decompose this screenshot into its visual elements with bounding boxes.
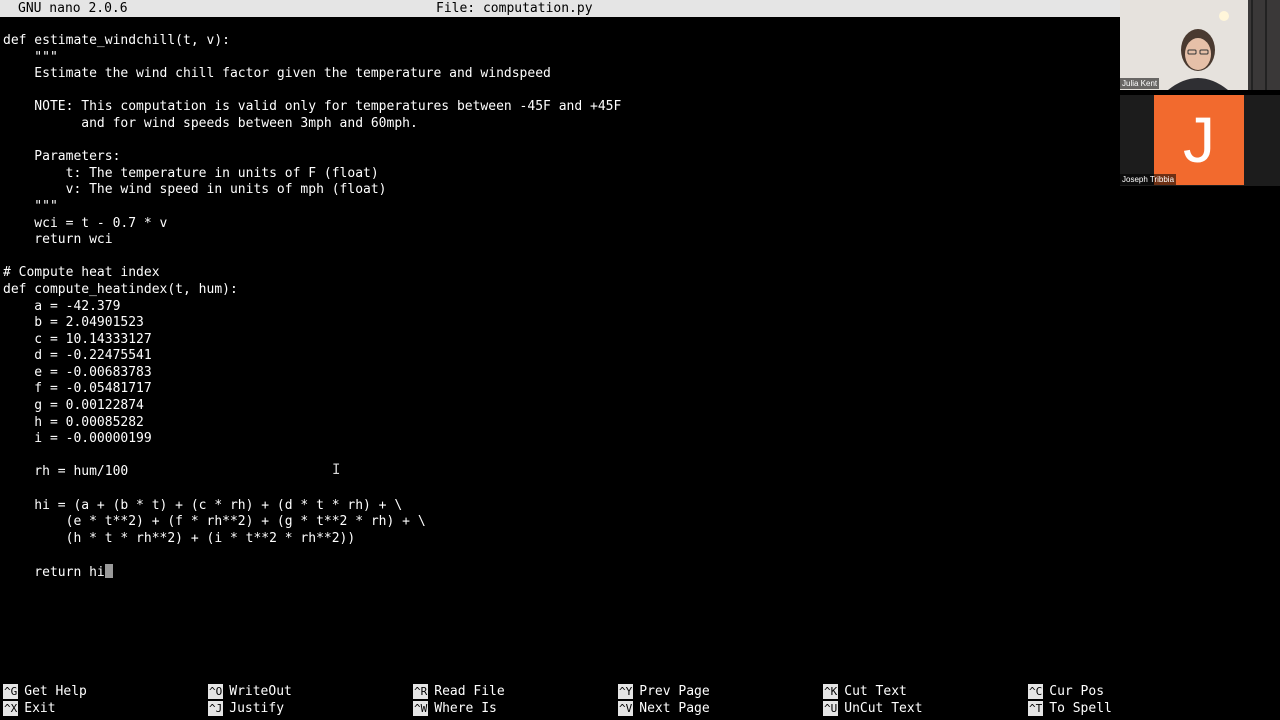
code-line: def estimate_windchill(t, v): bbox=[3, 33, 230, 48]
video-call-panel: Julia Kent J Joseph Tribbia bbox=[1120, 0, 1280, 720]
code-line: return hi bbox=[3, 564, 1113, 581]
nano-title-bar: GNU nano 2.0.6 File: computation.py bbox=[0, 0, 1120, 17]
shortcut-prev-page: ^Y Prev Page bbox=[618, 683, 710, 700]
shortcut-justify: ^J Justify bbox=[208, 700, 284, 717]
code-line: hi = (a + (b * t) + (c * rh) + (d * t * … bbox=[3, 497, 403, 513]
shortcut-label: WriteOut bbox=[229, 684, 292, 699]
code-line: f = -0.05481717 bbox=[3, 381, 152, 397]
code-line: NOTE: This computation is valid only for… bbox=[3, 99, 622, 115]
participant-name: Joseph Tribbia bbox=[1120, 174, 1177, 185]
shortcut-cur-pos: ^C Cur Pos bbox=[1028, 683, 1104, 700]
code-line: d = -0.22475541 bbox=[3, 348, 152, 364]
shortcut-key: ^T bbox=[1028, 701, 1044, 716]
shortcut-key: ^K bbox=[823, 684, 839, 699]
shortcut-label: To Spell bbox=[1049, 701, 1112, 716]
shortcut-label: Get Help bbox=[24, 684, 87, 699]
shortcut-label: Prev Page bbox=[639, 684, 710, 699]
shortcut-next-page: ^V Next Page bbox=[618, 700, 710, 717]
code-line: (h * t * rh**2) + (i * t**2 * rh**2)) bbox=[3, 530, 356, 546]
code-line: a = -42.379 bbox=[3, 298, 121, 314]
shortcut-exit: ^X Exit bbox=[3, 700, 56, 717]
code-line: g = 0.00122874 bbox=[3, 398, 144, 414]
code-line: t: The temperature in units of F (float) bbox=[3, 165, 379, 181]
shortcut-label: Where Is bbox=[434, 701, 497, 716]
nano-version: GNU nano 2.0.6 bbox=[18, 1, 128, 16]
shortcut-label: Cur Pos bbox=[1049, 684, 1105, 699]
shortcut-writeout: ^O WriteOut bbox=[208, 683, 292, 700]
code-line: and for wind speeds between 3mph and 60m… bbox=[3, 115, 418, 131]
code-line: v: The wind speed in units of mph (float… bbox=[3, 182, 387, 198]
code-line: b = 2.04901523 bbox=[3, 315, 144, 331]
shortcut-key: ^Y bbox=[618, 684, 634, 699]
code-line: c = 10.14333127 bbox=[3, 331, 152, 347]
shortcut-label: Cut Text bbox=[844, 684, 907, 699]
shortcut-cut-text: ^K Cut Text bbox=[823, 683, 907, 700]
code-line: wci = t - 0.7 * v bbox=[3, 215, 168, 231]
code-line: e = -0.00683783 bbox=[3, 364, 152, 380]
cursor-block bbox=[104, 564, 113, 578]
participant-name: Julia Kent bbox=[1120, 78, 1160, 89]
shortcut-key: ^R bbox=[413, 684, 429, 699]
shortcut-key: ^W bbox=[413, 701, 429, 716]
shortcut-key: ^V bbox=[618, 701, 634, 716]
code-line: """ bbox=[3, 198, 58, 214]
shortcut-read-file: ^R Read File bbox=[413, 683, 505, 700]
code-line: def compute_heatindex(t, hum): bbox=[3, 281, 238, 297]
webcam-image bbox=[1120, 0, 1280, 90]
code-line: Estimate the wind chill factor given the… bbox=[3, 66, 551, 82]
shortcut-where-is: ^W Where Is bbox=[413, 700, 497, 717]
shortcut-key: ^U bbox=[823, 701, 839, 716]
shortcut-get-help: ^G Get Help bbox=[3, 683, 87, 700]
participant-tile-joseph[interactable]: J Joseph Tribbia bbox=[1120, 95, 1280, 186]
code-line: i = -0.00000199 bbox=[3, 431, 152, 447]
terminal-window[interactable]: GNU nano 2.0.6 File: computation.py def … bbox=[0, 0, 1120, 720]
shortcut-key: ^X bbox=[3, 701, 19, 716]
shortcut-label: UnCut Text bbox=[844, 701, 923, 716]
shortcut-key: ^J bbox=[208, 701, 224, 716]
shortcut-to-spell: ^T To Spell bbox=[1028, 700, 1112, 717]
code-line: return wci bbox=[3, 232, 113, 248]
code-line: """ bbox=[3, 49, 58, 65]
code-line: h = 0.00085282 bbox=[3, 414, 144, 430]
shortcut-label: Exit bbox=[24, 701, 56, 716]
text-cursor-icon: I bbox=[332, 462, 341, 478]
code-line: # Compute heat index bbox=[3, 265, 160, 281]
participant-tile-julia[interactable]: Julia Kent bbox=[1120, 0, 1280, 90]
avatar: J bbox=[1154, 95, 1244, 185]
shortcut-bar: ^G Get Help ^O WriteOut ^R Read File ^Y Prev Pa… bbox=[0, 683, 1120, 717]
code-line: Parameters: bbox=[3, 149, 121, 165]
file-name: File: computation.py bbox=[436, 1, 593, 16]
code-line: rh = hum/100 bbox=[3, 464, 129, 480]
shortcut-key: ^O bbox=[208, 684, 224, 699]
shortcut-key: ^C bbox=[1028, 684, 1044, 699]
shortcut-label: Justify bbox=[229, 701, 285, 716]
shortcut-uncut-text: ^U UnCut Text bbox=[823, 700, 923, 717]
code-editor[interactable]: def estimate_windchill(t, v): """ Estima… bbox=[3, 33, 1113, 581]
shortcut-label: Read File bbox=[434, 684, 505, 699]
code-line: (e * t**2) + (f * rh**2) + (g * t**2 * r… bbox=[3, 514, 426, 530]
shortcut-key: ^G bbox=[3, 684, 19, 699]
shortcut-label: Next Page bbox=[639, 701, 710, 716]
